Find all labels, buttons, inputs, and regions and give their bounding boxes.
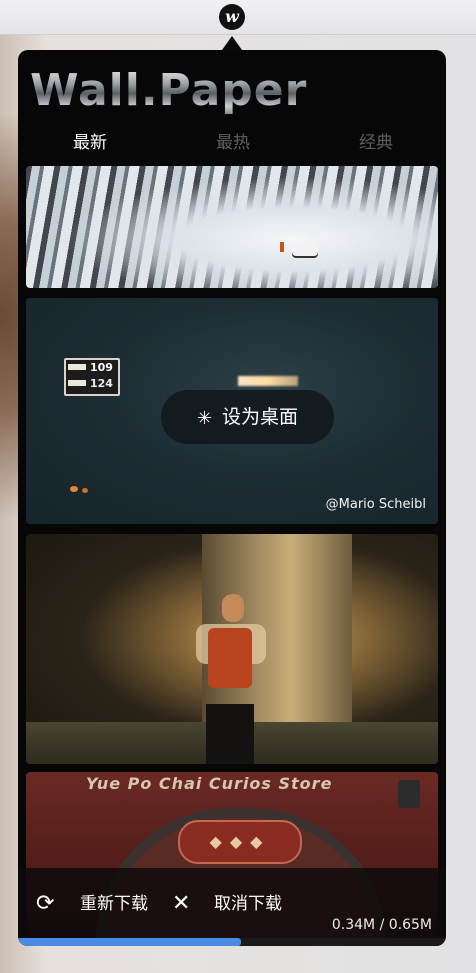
store-plaque: ◆◆◆ [178, 820, 302, 864]
sign-label [68, 364, 86, 370]
tab-popular[interactable]: 最热 [193, 128, 273, 158]
set-as-desktop-button[interactable]: ✳ 设为桌面 [161, 390, 334, 444]
category-tabs: 最新 最热 经典 [18, 128, 446, 158]
tab-latest[interactable]: 最新 [50, 128, 130, 158]
pants [206, 704, 254, 764]
download-bar: ⟳ 重新下载 ✕ 取消下载 0.34M / 0.65M [18, 868, 446, 946]
wallpaper-card-person-under-tree[interactable] [26, 534, 438, 764]
close-icon[interactable]: ✕ [172, 892, 192, 916]
sign-price-1: 109 [90, 361, 113, 374]
light-glow [82, 488, 88, 493]
wallpaper-app-icon[interactable]: w [219, 4, 245, 30]
sign-label [68, 380, 86, 386]
cancel-download-button[interactable]: 取消下载 [214, 892, 282, 916]
lamp [398, 780, 420, 808]
wallpaper-card-night-gas-station[interactable]: 109 124 ✳ 设为桌面 @Mario Scheibl [26, 298, 438, 524]
head [222, 594, 244, 622]
light-glow [70, 486, 78, 492]
station-lights [238, 376, 298, 386]
gas-price-sign: 109 124 [64, 358, 120, 396]
app-logo: Wall.Paper [30, 65, 308, 116]
loading-spinner-icon: ✳ [196, 408, 213, 429]
photographer-credit[interactable]: @Mario Scheibl [326, 497, 426, 512]
popover-arrow [222, 36, 242, 50]
person-figure [192, 594, 272, 764]
sign-price-2: 124 [90, 377, 113, 390]
download-progress-track [18, 938, 446, 946]
menu-bar: w [0, 0, 476, 35]
person-image-detail [280, 242, 284, 252]
wallpaper-card-snowy-forest[interactable] [26, 166, 438, 288]
download-progress-fill [18, 938, 241, 946]
download-size: 0.34M / 0.65M [331, 917, 432, 933]
vest [208, 628, 252, 688]
set-as-desktop-label: 设为桌面 [222, 406, 299, 428]
tab-classic[interactable]: 经典 [336, 128, 416, 158]
store-sign: Yue Po Chai Curios Store [86, 774, 333, 793]
car-image-detail [292, 244, 318, 256]
retry-download-button[interactable]: 重新下载 [80, 892, 148, 916]
wallpaper-popover: Wall.Paper 最新 最热 经典 109 124 ✳ 设为桌面 @Mario… [18, 50, 446, 946]
refresh-icon[interactable]: ⟳ [36, 892, 60, 916]
